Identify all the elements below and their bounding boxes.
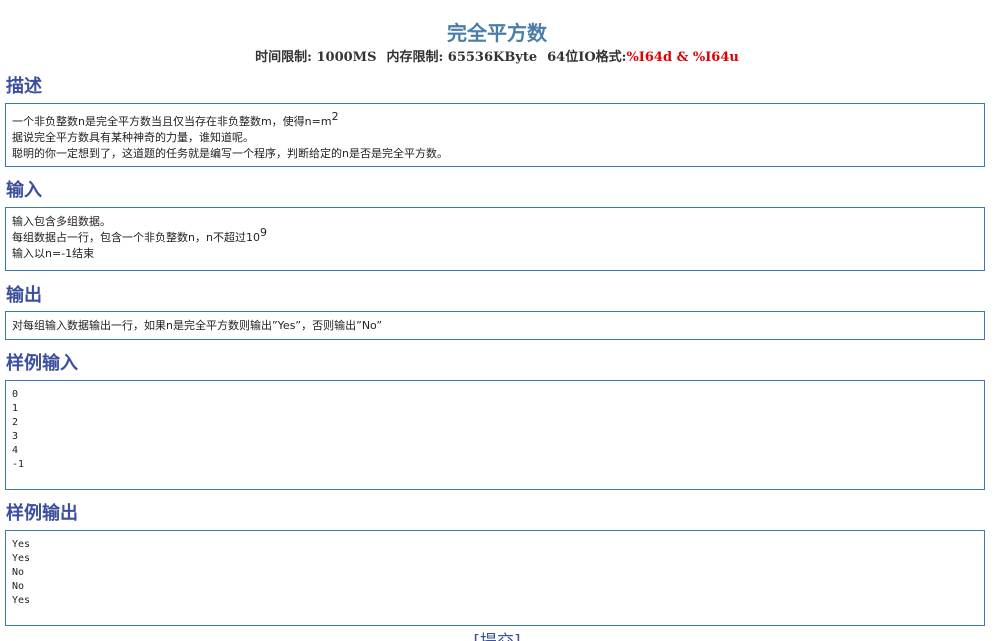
description-line-3: 聪明的你一定想到了，这道题的任务就是编写一个程序，判断给定的n是否是完全平方数。 (12, 147, 448, 160)
input-line-3: 输入以n=-1结束 (12, 247, 95, 260)
sample-input-heading: 样例输入 (6, 353, 78, 374)
output-line-1: 对每组输入数据输出一行，如果n是完全平方数则输出”Yes”，否则输出”No” (12, 319, 383, 332)
io-format-label: 64位IO格式: (547, 50, 627, 65)
memory-limit: 内存限制: 65536KByte (386, 50, 538, 65)
input-line-2: 每组数据占一行，包含一个非负整数n，n不超过109 (12, 226, 267, 244)
input-line-1: 输入包含多组数据。 (12, 215, 111, 228)
input-box: 输入包含多组数据。 每组数据占一行，包含一个非负整数n，n不超过109 输入以n… (5, 207, 985, 271)
sample-input-text: 0 1 2 3 4 -1 (12, 389, 25, 470)
time-limit: 时间限制: 1000MS (255, 50, 377, 65)
description-line-2: 据说完全平方数具有某种神奇的力量，谁知道呢。 (12, 131, 254, 144)
problem-title: 完全平方数 (447, 21, 547, 45)
sample-output-heading: 样例输出 (6, 503, 78, 524)
input-heading: 输入 (6, 180, 42, 201)
sample-input-box: 0 1 2 3 4 -1 (5, 380, 985, 490)
problem-limits: 时间限制: 1000MS 内存限制: 65536KByte 64位IO格式:%I64… (0, 46, 994, 65)
sample-output-box: Yes Yes No No Yes (5, 530, 985, 626)
description-line-1: 一个非负整数n是完全平方数当且仅当存在非负整数m，使得n=m2 (12, 110, 339, 128)
description-heading: 描述 (6, 76, 42, 97)
sample-output-text: Yes Yes No No Yes (12, 539, 31, 606)
output-box: 对每组输入数据输出一行，如果n是完全平方数则输出”Yes”，否则输出”No” (5, 311, 985, 340)
io-format-value: %I64d & %I64u (626, 50, 739, 65)
output-heading: 输出 (6, 285, 42, 306)
submit-link[interactable]: [提交] (0, 627, 994, 641)
submit-bracket-open: [ (473, 632, 480, 641)
description-box: 一个非负整数n是完全平方数当且仅当存在非负整数m，使得n=m2 据说完全平方数具… (5, 103, 985, 167)
submit-bracket-close: ] (514, 632, 521, 641)
submit-label[interactable]: 提交 (480, 632, 514, 641)
